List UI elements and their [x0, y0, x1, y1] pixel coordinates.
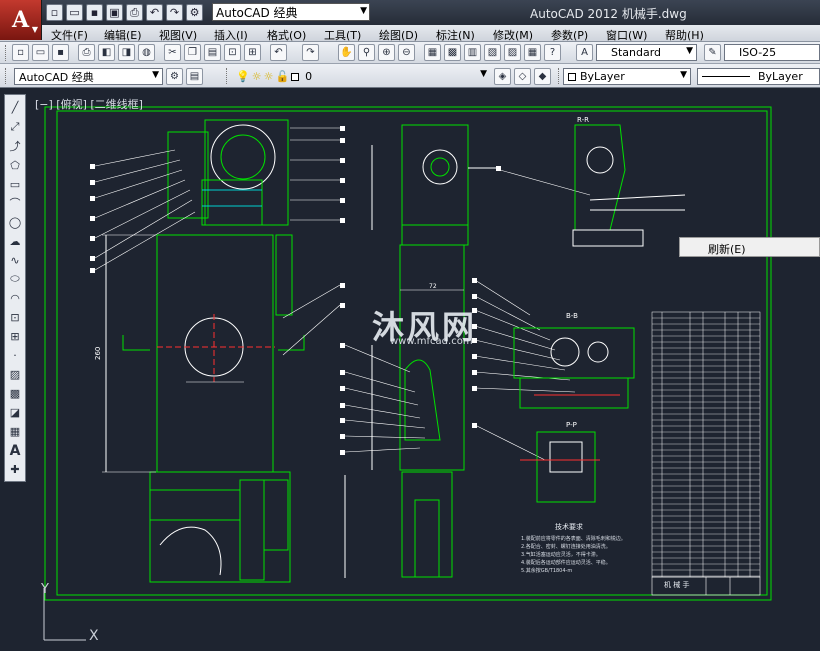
tech-requirement-line: 1.装配前应将零件的各表面、清除毛刺和锐边。	[521, 536, 626, 542]
leader-lines-left	[94, 127, 341, 356]
viewport-controls-label[interactable]: [−] [俯视] [二维线框]	[35, 96, 143, 112]
section-rr-view	[572, 124, 686, 247]
tech-requirements-title: 技术要求	[555, 523, 583, 531]
tech-requirement-line: 3.气缸活塞运动应灵活，不得卡滞。	[521, 552, 601, 558]
ucs-icon	[43, 588, 86, 641]
ucs-x-label: X	[89, 628, 99, 644]
parts-list-rows	[652, 317, 760, 577]
section-bb-label: B-B	[566, 312, 578, 320]
context-menu-refresh[interactable]: 刷新(E)	[679, 237, 820, 257]
autocad-logo-icon: A	[11, 7, 30, 33]
side-view	[344, 124, 500, 578]
parts-list-table	[651, 311, 761, 578]
tech-requirement-line: 2.各配合、密封、螺钉连接处用油清洗。	[521, 544, 611, 550]
dimension-260: 260	[94, 347, 102, 360]
section-rr-label: R-R	[577, 116, 589, 124]
ucs-y-label: Y	[41, 582, 49, 597]
section-pp-view	[520, 431, 600, 503]
application-menu-button[interactable]: A ▼	[0, 0, 42, 40]
balloon-markers-left	[90, 126, 345, 308]
chevron-down-icon: ▼	[31, 24, 38, 34]
main-assembly-view	[102, 119, 305, 583]
title-block-name: 机 械 手	[664, 581, 690, 589]
dimension-72: 72	[429, 283, 437, 290]
tech-requirement-line: 4.装配后各运动部件应运动灵活、平稳。	[521, 560, 611, 566]
watermark-url: www.mfcad.com	[390, 336, 473, 347]
sheet-inner-border	[56, 110, 768, 596]
tech-requirement-line: 5.其余按GB/T1804-m	[521, 568, 573, 574]
section-bb-view	[513, 327, 635, 409]
section-pp-label: P-P	[566, 421, 577, 429]
